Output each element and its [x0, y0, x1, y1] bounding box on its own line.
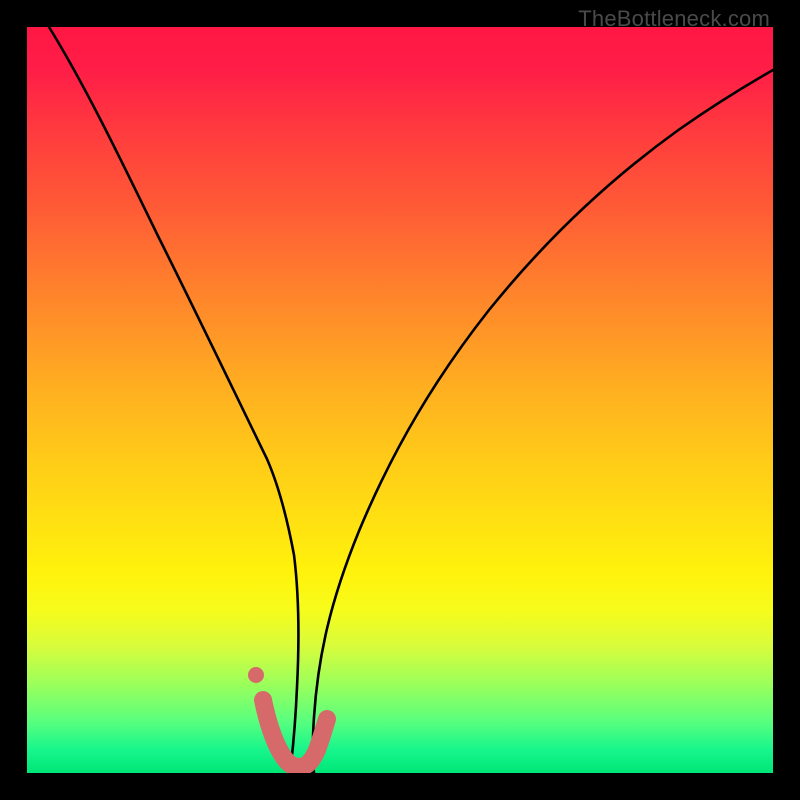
watermark-text: TheBottleneck.com	[578, 6, 770, 32]
highlight-dot-icon	[248, 667, 264, 683]
bottleneck-chart	[27, 27, 773, 773]
chart-frame	[27, 27, 773, 773]
bottleneck-curve-path	[49, 27, 773, 773]
